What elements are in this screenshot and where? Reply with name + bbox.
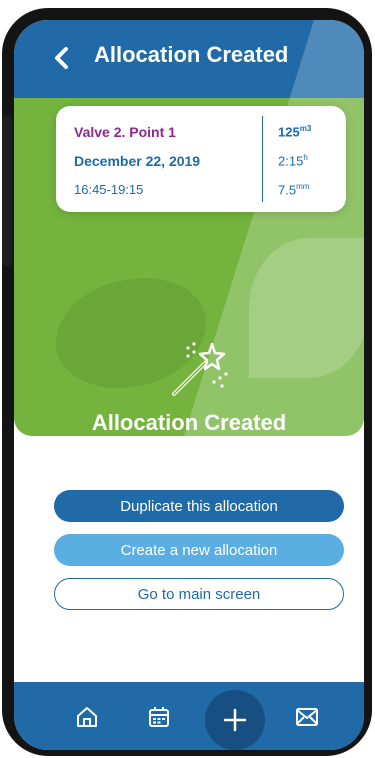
card-volume: 125m3: [278, 124, 312, 140]
phone-side-button: [2, 116, 12, 266]
home-icon[interactable]: [74, 704, 100, 730]
chevron-left-icon[interactable]: [50, 44, 74, 72]
card-location: Valve 2. Point 1: [74, 124, 176, 140]
mail-icon[interactable]: [294, 704, 320, 730]
add-button[interactable]: [205, 690, 265, 750]
calendar-icon[interactable]: [146, 704, 172, 730]
plus-icon: [223, 708, 247, 732]
allocation-summary-card: Valve 2. Point 1 December 22, 2019 16:45…: [56, 106, 346, 212]
create-allocation-button[interactable]: Create a new allocation: [54, 534, 344, 566]
bottom-nav: [14, 682, 364, 750]
leaf-decoration: [249, 238, 364, 378]
screen: Allocation Created Allocation Created Va…: [14, 20, 364, 750]
card-date: December 22, 2019: [74, 153, 201, 169]
app-header: Allocation Created: [14, 20, 364, 98]
card-duration: 2:15h: [278, 153, 308, 169]
phone-frame: Allocation Created Allocation Created Va…: [2, 8, 372, 756]
magic-wand-icon: [166, 336, 232, 402]
hero-title: Allocation Created: [91, 410, 287, 435]
card-divider: [262, 116, 263, 202]
main-screen-button[interactable]: Go to main screen: [54, 578, 344, 610]
page-title: Allocation Created: [94, 42, 289, 67]
card-time-range: 16:45-19:15: [74, 182, 144, 197]
card-depth: 7.5mm: [278, 182, 310, 198]
duplicate-allocation-button[interactable]: Duplicate this allocation: [54, 490, 344, 522]
